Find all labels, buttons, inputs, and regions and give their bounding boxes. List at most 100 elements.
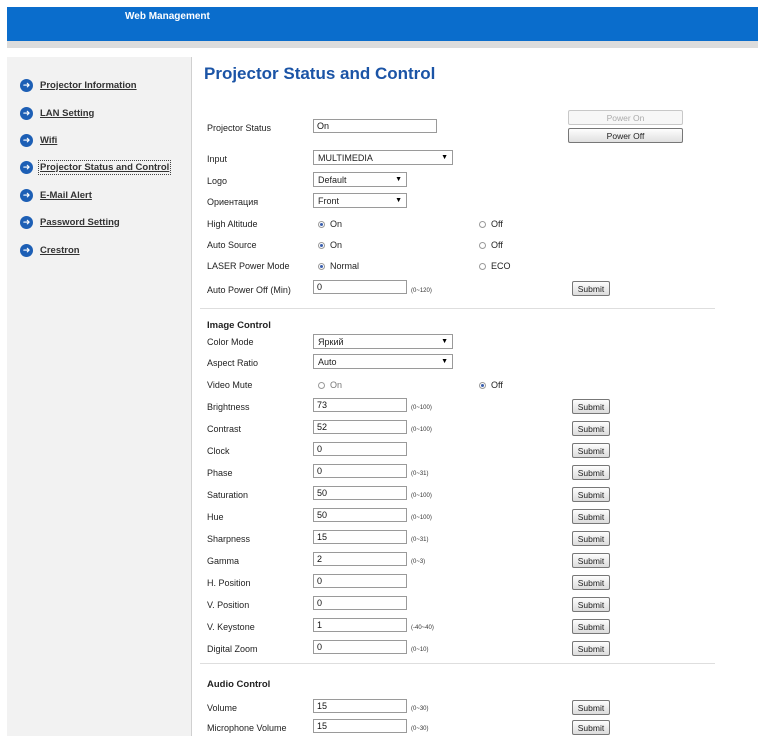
divider [200, 663, 715, 664]
header-shadow [7, 41, 758, 48]
projector-status-field[interactable] [313, 119, 437, 133]
microphone-volume-submit-button[interactable]: Submit [572, 720, 610, 735]
v-keystone-range: (-40~40) [411, 625, 434, 631]
sidebar-item-email-alert[interactable]: ➜ E-Mail Alert [20, 187, 92, 203]
digital-zoom-range: (0~10) [411, 647, 429, 653]
auto-power-off-field[interactable] [313, 280, 407, 294]
arrow-circle-icon: ➜ [20, 188, 33, 202]
power-on-button[interactable]: Power On [568, 110, 683, 125]
radio-icon [318, 241, 325, 249]
sharpness-submit-button[interactable]: Submit [572, 531, 610, 546]
color-mode-select[interactable]: Яркий ▼ [313, 334, 453, 349]
orientation-select[interactable]: Front ▼ [313, 193, 407, 208]
arrow-circle-icon: ➜ [20, 215, 33, 229]
saturation-submit-button[interactable]: Submit [572, 487, 610, 502]
arrow-circle-icon: ➜ [20, 243, 33, 257]
contrast-range: (0~100) [411, 427, 432, 433]
auto-power-off-label: Auto Power Off (Min) [207, 285, 291, 295]
phase-range: (0~31) [411, 471, 429, 477]
laser-power-normal-radio[interactable]: Normal [318, 261, 359, 271]
gamma-range: (0~3) [411, 559, 426, 565]
radio-icon [479, 241, 486, 249]
laser-power-eco-radio[interactable]: ECO [479, 261, 511, 271]
h-position-submit-button[interactable]: Submit [572, 575, 610, 590]
contrast-label: Contrast [207, 424, 242, 434]
brightness-label: Brightness [207, 402, 250, 412]
hue-submit-button[interactable]: Submit [572, 509, 610, 524]
digital-zoom-label: Digital Zoom [207, 644, 258, 654]
saturation-field[interactable] [313, 486, 407, 500]
radio-icon [479, 220, 486, 228]
page-title: Projector Status and Control [204, 64, 436, 83]
radio-icon [479, 381, 486, 389]
caret-down-icon: ▼ [395, 176, 402, 183]
volume-submit-button[interactable]: Submit [572, 700, 610, 715]
sidebar-item-projector-status-control[interactable]: ➜ Projector Status and Control [20, 159, 172, 175]
auto-power-off-submit-button[interactable]: Submit [572, 281, 610, 296]
gamma-field[interactable] [313, 552, 407, 566]
sidebar-item-projector-information[interactable]: ➜ Projector Information [20, 77, 137, 93]
auto-source-off-radio[interactable]: Off [479, 240, 503, 250]
sidebar-item-password-setting[interactable]: ➜ Password Setting [20, 214, 120, 230]
hue-range: (0~100) [411, 515, 432, 521]
caret-down-icon: ▼ [441, 358, 448, 365]
clock-submit-button[interactable]: Submit [572, 443, 610, 458]
image-control-heading: Image Control [207, 320, 271, 331]
video-mute-off-radio[interactable]: Off [479, 380, 503, 390]
divider [200, 308, 715, 309]
gamma-submit-button[interactable]: Submit [572, 553, 610, 568]
microphone-volume-field[interactable] [313, 719, 407, 733]
sidebar-item-lan-setting[interactable]: ➜ LAN Setting [20, 105, 94, 121]
saturation-range: (0~100) [411, 493, 432, 499]
microphone-volume-range: (0~30) [411, 726, 429, 732]
sharpness-field[interactable] [313, 530, 407, 544]
v-keystone-field[interactable] [313, 618, 407, 632]
video-mute-label: Video Mute [207, 380, 253, 390]
saturation-label: Saturation [207, 490, 249, 500]
auto-power-off-range: (0~120) [411, 288, 432, 294]
sidebar-item-wifi[interactable]: ➜ Wifi [20, 132, 57, 148]
phase-submit-button[interactable]: Submit [572, 465, 610, 480]
orientation-label: Ориентация [207, 197, 259, 207]
logo-select[interactable]: Default ▼ [313, 172, 407, 187]
h-position-label: H. Position [207, 578, 251, 588]
gamma-label: Gamma [207, 556, 240, 566]
auto-source-on-radio[interactable]: On [318, 240, 342, 250]
caret-down-icon: ▼ [441, 154, 448, 161]
radio-icon [318, 220, 325, 228]
high-altitude-off-radio[interactable]: Off [479, 219, 503, 229]
sidebar-item-crestron[interactable]: ➜ Crestron [20, 242, 80, 258]
caret-down-icon: ▼ [395, 197, 402, 204]
digital-zoom-submit-button[interactable]: Submit [572, 641, 610, 656]
v-keystone-submit-button[interactable]: Submit [572, 619, 610, 634]
digital-zoom-field[interactable] [313, 640, 407, 654]
radio-icon [318, 381, 325, 389]
header-title: Web Management [125, 11, 210, 22]
input-select[interactable]: MULTIMEDIA ▼ [313, 150, 453, 165]
video-mute-on-radio[interactable]: On [318, 380, 342, 390]
arrow-circle-icon: ➜ [20, 106, 33, 120]
clock-field[interactable] [313, 442, 407, 456]
arrow-circle-icon: ➜ [20, 78, 33, 92]
clock-label: Clock [207, 446, 230, 456]
contrast-submit-button[interactable]: Submit [572, 421, 610, 436]
brightness-field[interactable] [313, 398, 407, 412]
hue-field[interactable] [313, 508, 407, 522]
projector-status-label: Projector Status [207, 123, 272, 133]
high-altitude-label: High Altitude [207, 219, 258, 229]
aspect-ratio-select[interactable]: Auto ▼ [313, 354, 453, 369]
contrast-field[interactable] [313, 420, 407, 434]
phase-field[interactable] [313, 464, 407, 478]
v-position-field[interactable] [313, 596, 407, 610]
header-bar [7, 7, 758, 41]
v-position-submit-button[interactable]: Submit [572, 597, 610, 612]
aspect-ratio-label: Aspect Ratio [207, 358, 259, 368]
volume-field[interactable] [313, 699, 407, 713]
audio-control-heading: Audio Control [207, 679, 271, 690]
laser-power-label: LASER Power Mode [207, 261, 290, 271]
h-position-field[interactable] [313, 574, 407, 588]
power-off-button[interactable]: Power Off [568, 128, 683, 143]
brightness-submit-button[interactable]: Submit [572, 399, 610, 414]
volume-label: Volume [207, 703, 238, 713]
high-altitude-on-radio[interactable]: On [318, 219, 342, 229]
